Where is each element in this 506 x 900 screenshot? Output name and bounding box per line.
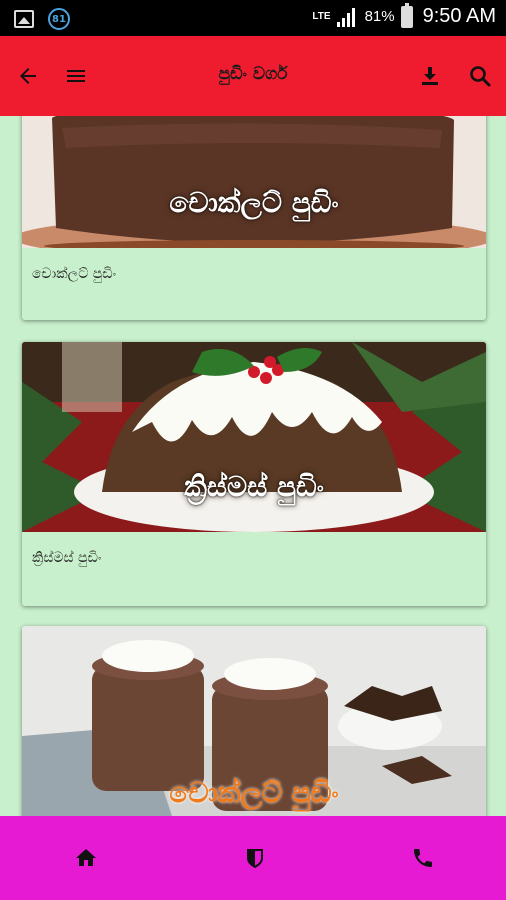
notification-count-badge: 81: [48, 8, 70, 30]
shield-button[interactable]: [241, 844, 269, 872]
recipe-card[interactable]: චොක්ලට් පුඩිං චොක්ලට් පුඩිං: [22, 116, 486, 320]
recipe-title: ක්‍රිස්මස් පුඩිං: [32, 550, 102, 566]
recipe-image-caption: චොක්ලට් පුඩිං: [169, 776, 339, 809]
call-button[interactable]: [409, 844, 437, 872]
recipe-image: චොක්ලට් පුඩිං: [22, 116, 486, 248]
battery-percent: 81%: [364, 8, 395, 25]
home-button[interactable]: [72, 844, 100, 872]
network-type: LTE: [312, 10, 331, 22]
search-icon: [470, 66, 491, 87]
recipe-image-caption: ක්‍රිස්මස් පුඩිං: [184, 470, 324, 503]
phone-icon: [414, 849, 432, 867]
recipe-card[interactable]: චොක්ලට් පුඩිං: [22, 626, 486, 816]
clock: 9:50 AM: [422, 5, 496, 27]
signal-icon: [336, 7, 359, 27]
battery-icon: [400, 2, 413, 28]
recipe-image: චොක්ලට් පුඩිං: [22, 626, 486, 816]
home-icon: [76, 849, 96, 866]
app-bar: පුඩිං වර්ග: [0, 36, 506, 116]
recipe-card[interactable]: ක්‍රිස්මස් පුඩිං ක්‍රිස්මස් පුඩිං: [22, 342, 486, 606]
bottom-nav: [0, 816, 506, 900]
gallery-notification-icon: [14, 10, 34, 28]
shield-icon: [247, 849, 263, 868]
recipe-list[interactable]: චොක්ලට් පුඩිං චොක්ලට් පුඩිං: [0, 116, 506, 816]
recipe-image-caption: චොක්ලට් පුඩිං: [169, 186, 339, 219]
search-button[interactable]: [462, 58, 498, 94]
download-button[interactable]: [412, 58, 448, 94]
recipe-image: ක්‍රිස්මස් පුඩිං: [22, 342, 486, 532]
status-bar: 81 LTE 81% 9:50 AM: [0, 0, 506, 36]
download-icon: [422, 67, 438, 85]
recipe-title: චොක්ලට් පුඩිං: [32, 266, 117, 282]
